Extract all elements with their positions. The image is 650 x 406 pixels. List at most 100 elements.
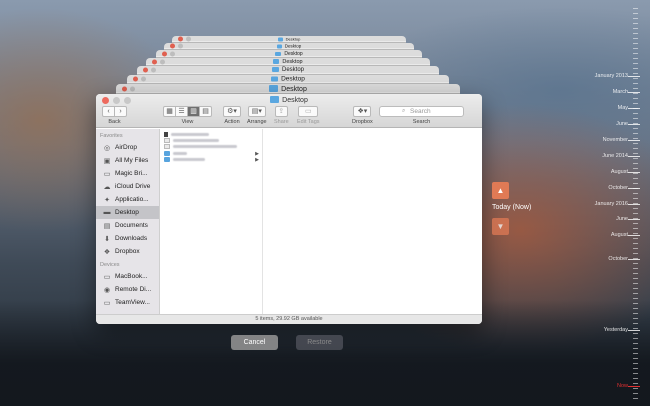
search-input[interactable]: ⌕ Search bbox=[379, 106, 464, 117]
sidebar-item-documents[interactable]: ▤ Documents bbox=[96, 219, 159, 232]
timeline-major-tick bbox=[628, 386, 640, 387]
edit-tags-button[interactable]: ▭ bbox=[298, 106, 319, 117]
timeline-tick bbox=[633, 118, 638, 119]
sidebar-item-downloads[interactable]: ⬇ Downloads bbox=[96, 232, 159, 245]
timeline-tick bbox=[633, 278, 638, 279]
sidebar-item-applications[interactable]: ✦ Applicatio... bbox=[96, 193, 159, 206]
timeline-tick bbox=[633, 313, 638, 314]
timeline-tick bbox=[633, 43, 638, 44]
backup-window-4[interactable]: Desktop bbox=[146, 58, 430, 66]
timeline-label[interactable]: October bbox=[608, 256, 628, 262]
newer-backup-button[interactable]: ▼ bbox=[492, 218, 509, 235]
timeline-tick bbox=[633, 173, 638, 174]
cancel-button[interactable]: Cancel bbox=[231, 335, 278, 350]
timeline-tick bbox=[633, 63, 638, 64]
sidebar-item-desktop[interactable]: ▬ Desktop bbox=[96, 206, 159, 219]
timeline-tick bbox=[633, 113, 638, 114]
timeline-label[interactable]: Now bbox=[617, 383, 628, 389]
timeline-tick bbox=[633, 348, 638, 349]
timeline-tick bbox=[633, 228, 638, 229]
list-item[interactable] bbox=[160, 143, 262, 149]
sidebar-item-remote-disc[interactable]: ◉ Remote Di... bbox=[96, 283, 159, 296]
timeline-tick bbox=[633, 8, 638, 9]
window-title: Desktop bbox=[284, 43, 302, 49]
timeline-tick bbox=[633, 323, 638, 324]
backup-window-2[interactable]: Desktop bbox=[164, 43, 414, 50]
forward-button[interactable]: › bbox=[114, 106, 127, 117]
backup-window-1[interactable]: Desktop bbox=[172, 36, 406, 43]
timeline-major-tick bbox=[628, 92, 640, 93]
timeline-label[interactable]: August bbox=[611, 169, 628, 175]
timeline-tick bbox=[633, 38, 638, 39]
timeline-tick bbox=[633, 293, 638, 294]
list-icon: ☰ bbox=[178, 108, 185, 115]
timeline-tick bbox=[633, 368, 638, 369]
dropbox-button[interactable]: ❖▾ bbox=[353, 106, 372, 117]
timeline-label[interactable]: January 2016 bbox=[595, 201, 628, 207]
folder-icon bbox=[276, 44, 282, 49]
older-backup-button[interactable]: ▲ bbox=[492, 182, 509, 199]
timeline-tick bbox=[633, 328, 638, 329]
cloud-icon: ☁ bbox=[103, 183, 111, 191]
backup-window-6[interactable]: Desktop bbox=[127, 75, 449, 84]
window-title: Desktop bbox=[282, 58, 303, 65]
timeline-tick bbox=[633, 308, 638, 309]
share-group: ⇪ Share bbox=[274, 106, 289, 125]
timeline-major-tick bbox=[628, 108, 640, 109]
timeline-major-tick bbox=[628, 235, 640, 236]
finder-sidebar: Favorites ◎ AirDrop ▣ All My Files ▭ Magic … bbox=[96, 129, 160, 314]
finder-window[interactable]: Desktop ‹ › Back ▦ ☰ ▥ ▤ View ⚙▾ Action … bbox=[96, 94, 482, 324]
file-icon bbox=[164, 137, 170, 143]
share-icon: ⇪ bbox=[278, 108, 285, 115]
current-backup-label: Today (Now) bbox=[492, 204, 532, 211]
view-coverflow-button[interactable]: ▤ bbox=[199, 106, 212, 117]
arrange-button[interactable]: ▤▾ bbox=[247, 106, 266, 117]
folder-icon bbox=[277, 37, 283, 42]
chevron-right-icon: › bbox=[119, 108, 122, 115]
backup-window-3[interactable]: Desktop bbox=[156, 50, 422, 58]
search-label: Search bbox=[412, 119, 431, 125]
timeline-tick bbox=[633, 303, 638, 304]
edit-tags-label: Edit Tags bbox=[297, 119, 320, 125]
sidebar-item-all-my-files[interactable]: ▣ All My Files bbox=[96, 154, 159, 167]
sidebar-item-teamviewer[interactable]: ▭ TeamView... bbox=[96, 296, 159, 309]
list-item[interactable]: ▶ bbox=[160, 157, 262, 163]
timeline-label[interactable]: November bbox=[603, 137, 628, 143]
folder-icon: ▭ bbox=[103, 170, 111, 178]
timeline-tick bbox=[633, 233, 638, 234]
timeline-tick bbox=[633, 153, 638, 154]
timeline-tick bbox=[633, 298, 638, 299]
tag-icon: ▭ bbox=[304, 108, 312, 115]
timeline-label[interactable]: August bbox=[611, 232, 628, 238]
timeline-tick bbox=[633, 143, 638, 144]
search-icon: ⌕ bbox=[402, 108, 406, 114]
timeline-tick bbox=[633, 338, 638, 339]
sidebar-item-magic-bri[interactable]: ▭ Magic Bri... bbox=[96, 167, 159, 180]
timeline-label[interactable]: March bbox=[613, 89, 628, 95]
timeline-tick bbox=[633, 238, 638, 239]
timeline-label[interactable]: October bbox=[608, 185, 628, 191]
timeline-tick bbox=[633, 198, 638, 199]
action-button[interactable]: ⚙▾ bbox=[223, 106, 241, 117]
timeline-label[interactable]: June bbox=[616, 121, 628, 127]
timeline-label[interactable]: Yesterday bbox=[604, 327, 628, 333]
timeline-tick bbox=[633, 128, 638, 129]
share-button[interactable]: ⇪ bbox=[274, 106, 288, 117]
laptop-icon: ▭ bbox=[103, 273, 111, 281]
sidebar-item-icloud-drive[interactable]: ☁ iCloud Drive bbox=[96, 180, 159, 193]
timeline-tick bbox=[633, 28, 638, 29]
sidebar-item-macbook[interactable]: ▭ MacBook... bbox=[96, 270, 159, 283]
timeline-tick bbox=[633, 283, 638, 284]
sidebar-item-airdrop[interactable]: ◎ AirDrop bbox=[96, 141, 159, 154]
restore-button[interactable]: Restore bbox=[296, 335, 343, 350]
backup-window-5[interactable]: Desktop bbox=[137, 66, 439, 75]
timeline-label[interactable]: June 2014 bbox=[602, 153, 628, 159]
sidebar-item-dropbox[interactable]: ❖ Dropbox bbox=[96, 245, 159, 258]
timeline-tick bbox=[633, 263, 638, 264]
timeline-label[interactable]: May bbox=[618, 105, 628, 111]
timeline-tick bbox=[633, 393, 638, 394]
timeline-label[interactable]: January 2013 bbox=[595, 73, 628, 79]
arrange-icon: ▤▾ bbox=[251, 108, 262, 115]
backup-window-7[interactable]: Desktop bbox=[116, 84, 460, 94]
timeline-label[interactable]: June bbox=[616, 216, 628, 222]
